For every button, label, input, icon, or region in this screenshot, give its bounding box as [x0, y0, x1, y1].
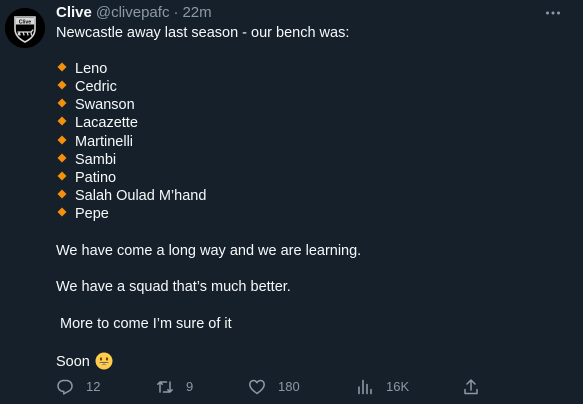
- bench-player-name: Lacazette: [75, 115, 138, 132]
- bench-list: Leno Cedric Swanson Lacazette Martinelli Samb…: [56, 60, 556, 223]
- orange-diamond-icon: [57, 207, 67, 217]
- tweet[interactable]: Clive Clive @clivepafc · 22m Newcastle a…: [0, 0, 583, 404]
- heart-icon: [249, 379, 265, 395]
- reply-count: 12: [86, 379, 101, 394]
- tweet-intro: Newcastle away last season - our bench w…: [56, 25, 350, 41]
- grinning-face-icon: [95, 352, 113, 370]
- bench-player-name: Leno: [75, 61, 108, 78]
- reply-icon: [57, 379, 73, 395]
- bench-player-name: Cedric: [75, 79, 117, 96]
- like-button[interactable]: 180: [248, 377, 300, 397]
- list-item: Patino: [56, 169, 556, 187]
- author-handle[interactable]: @clivepafc: [96, 3, 170, 23]
- tweet-closing-line: Soon: [56, 352, 556, 370]
- more-options-button[interactable]: [541, 1, 565, 25]
- list-item: Swanson: [56, 96, 556, 114]
- bench-player-name: Pepe: [75, 205, 109, 222]
- tweet-paragraph: We have a squad that’s much better.: [56, 279, 291, 296]
- bench-player-name: Salah Oulad M’hand: [75, 187, 207, 204]
- separator-dot: ·: [173, 4, 179, 21]
- tweet-timestamp[interactable]: 22m: [182, 3, 211, 23]
- list-item: Cedric: [56, 78, 556, 96]
- list-item: Leno: [56, 60, 556, 78]
- avatar-lettering: Clive: [19, 19, 32, 25]
- list-item: Martinelli: [56, 133, 556, 151]
- orange-diamond-icon: [57, 153, 67, 163]
- bench-player-name: Swanson: [75, 97, 135, 114]
- analytics-icon: [358, 379, 372, 395]
- bench-player-name: Martinelli: [75, 133, 134, 150]
- tweet-paragraph: More to come I’m sure of it: [56, 316, 232, 332]
- retweet-button[interactable]: 9: [156, 377, 193, 397]
- avatar[interactable]: Clive: [5, 8, 45, 48]
- list-item: Sambi: [56, 151, 556, 169]
- tweet-paragraph: We have come a long way and we are learn…: [56, 242, 362, 259]
- arsenal-crest-icon: Clive: [5, 8, 45, 48]
- reply-button[interactable]: 12: [56, 377, 100, 397]
- share-button[interactable]: [462, 377, 480, 397]
- orange-diamond-icon: [57, 189, 67, 199]
- share-icon: [464, 379, 478, 395]
- tweet-actions: 12 9 180 16K: [56, 377, 486, 397]
- orange-diamond-icon: [57, 116, 67, 126]
- bench-player-name: Sambi: [75, 151, 117, 168]
- tweet-closing: Soon: [56, 353, 90, 370]
- tweet-header: Clive @clivepafc · 22m: [56, 3, 212, 23]
- tweet-text: Newcastle away last season - our bench w…: [56, 24, 556, 370]
- list-item: Pepe: [56, 205, 556, 223]
- list-item: Salah Oulad M’hand: [56, 187, 556, 205]
- like-count: 180: [278, 379, 300, 394]
- list-item: Lacazette: [56, 114, 556, 132]
- retweet-count: 9: [186, 379, 194, 394]
- orange-diamond-icon: [57, 171, 67, 181]
- orange-diamond-icon: [57, 135, 67, 145]
- views-button[interactable]: 16K: [356, 377, 409, 397]
- bench-player-name: Patino: [75, 169, 117, 186]
- views-count: 16K: [386, 379, 410, 394]
- orange-diamond-icon: [57, 80, 67, 90]
- more-horizontal-icon: [546, 11, 560, 15]
- author-name[interactable]: Clive: [56, 3, 92, 23]
- orange-diamond-icon: [57, 98, 67, 108]
- retweet-icon: [157, 381, 173, 393]
- orange-diamond-icon: [57, 62, 67, 72]
